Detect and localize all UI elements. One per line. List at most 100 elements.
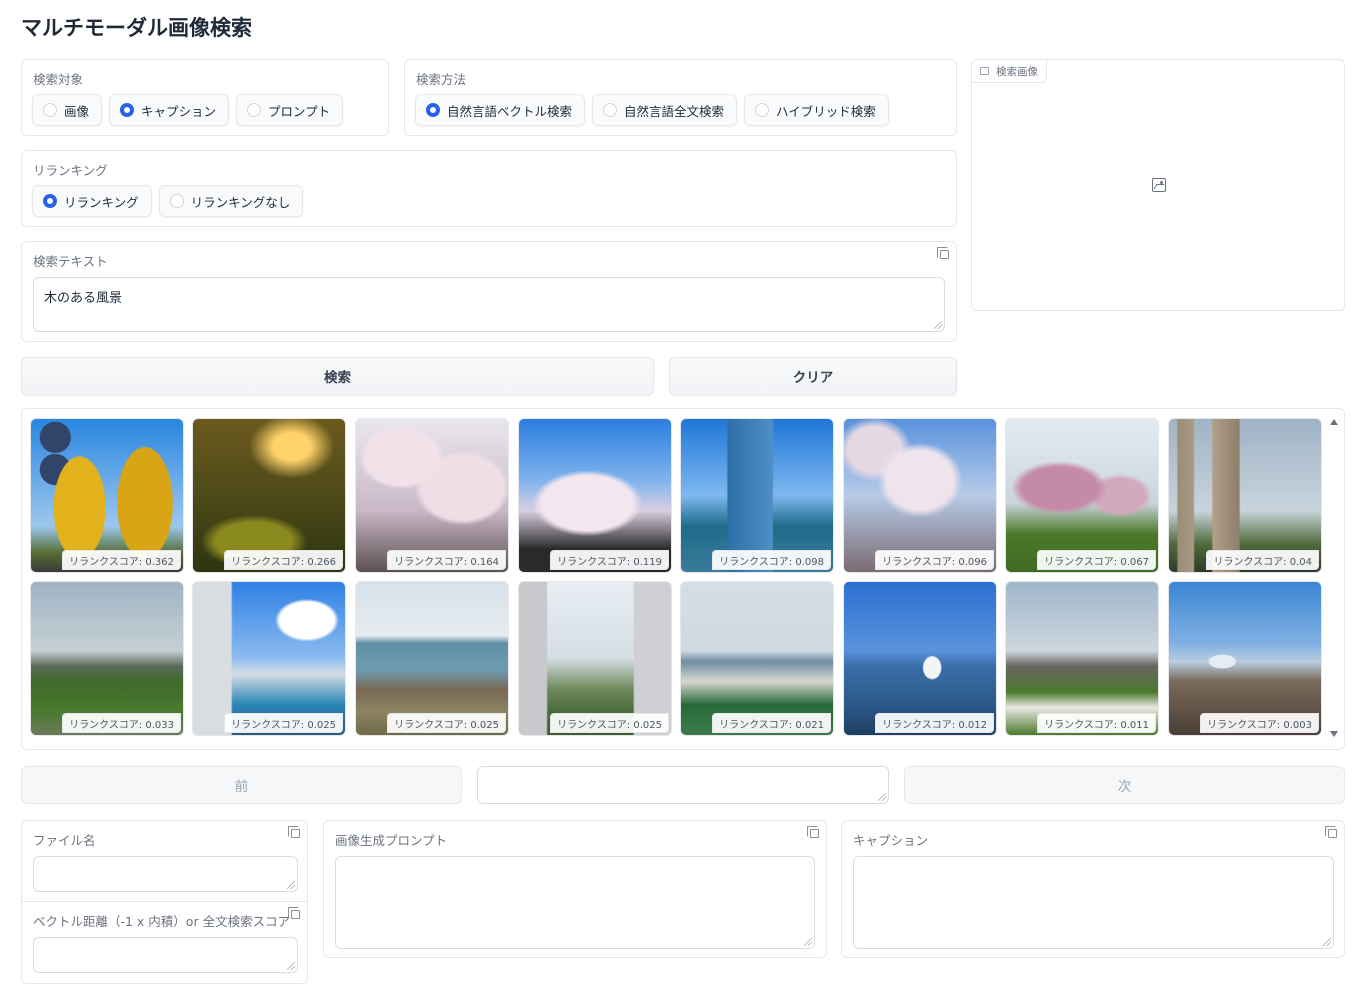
prev-button[interactable]: 前 — [21, 766, 462, 804]
gallery-thumbnail[interactable]: リランクスコア: 0.067 — [1005, 418, 1159, 573]
resize-handle-icon[interactable] — [934, 321, 942, 329]
page-index-input[interactable] — [477, 766, 889, 804]
copy-icon[interactable] — [288, 907, 300, 919]
prompt-panel: 画像生成プロンプト — [323, 820, 827, 958]
gallery-thumbnail[interactable]: リランクスコア: 0.119 — [518, 418, 672, 573]
search-target-label: 検索対象 — [33, 72, 84, 87]
filename-field[interactable] — [33, 856, 298, 892]
gallery-thumbnail[interactable]: リランクスコア: 0.266 — [192, 418, 346, 573]
resize-handle-icon[interactable] — [804, 938, 812, 946]
gallery-thumbnail[interactable]: リランクスコア: 0.164 — [355, 418, 509, 573]
search-target-option-3[interactable]: プロンプト — [236, 94, 344, 126]
search-image-label: 検索画像 — [996, 65, 1038, 78]
clear-button[interactable]: クリア — [669, 357, 957, 395]
gallery-thumbnail[interactable]: リランクスコア: 0.025 — [192, 581, 346, 736]
search-method-panel: 検索方法 自然言語ベクトル検索 自然言語全文検索 ハイブリッド検索 — [404, 59, 957, 136]
rerank-score-badge: リランクスコア: 0.012 — [875, 713, 994, 733]
gallery-thumbnail[interactable]: リランクスコア: 0.012 — [843, 581, 997, 736]
gallery-thumbnail[interactable]: リランクスコア: 0.033 — [30, 581, 184, 736]
radio-button-icon[interactable] — [603, 103, 618, 117]
search-target-radio-group: 画像 キャプション プロンプト — [32, 94, 344, 126]
rerank-score-badge: リランクスコア: 0.04 — [1206, 550, 1319, 570]
reranking-radio-group: リランキング リランキングなし — [32, 185, 304, 217]
caption-field[interactable] — [853, 856, 1334, 949]
search-text-label: 検索テキスト — [33, 254, 108, 269]
copy-icon[interactable] — [937, 247, 949, 259]
prompt-label: 画像生成プロンプト — [335, 833, 448, 848]
rerank-score-badge: リランクスコア: 0.096 — [875, 550, 994, 570]
search-target-option-label: プロンプト — [268, 103, 331, 119]
gallery-thumbnail[interactable]: リランクスコア: 0.362 — [30, 418, 184, 573]
image-icon — [980, 67, 989, 75]
resize-handle-icon[interactable] — [878, 793, 886, 801]
reranking-label: リランキング — [33, 163, 108, 178]
gallery-thumbnail[interactable]: リランクスコア: 0.098 — [680, 418, 834, 573]
search-image-upload[interactable]: 検索画像 — [971, 59, 1345, 311]
result-gallery: リランクスコア: 0.362 リランクスコア: 0.266 リランクスコア: 0.1… — [21, 408, 1345, 750]
caption-panel: キャプション — [841, 820, 1345, 958]
radio-button-icon[interactable] — [43, 103, 57, 117]
rerank-score-badge: リランクスコア: 0.025 — [550, 713, 669, 733]
search-image-tag: 検索画像 — [972, 60, 1047, 83]
search-target-option-label: キャプション — [141, 103, 217, 119]
rerank-score-badge: リランクスコア: 0.025 — [224, 713, 343, 733]
radio-button-icon[interactable] — [120, 103, 135, 117]
gallery-thumbnail[interactable]: リランクスコア: 0.025 — [355, 581, 509, 736]
page-title: マルチモーダル画像検索 — [21, 16, 252, 40]
gallery-thumbnail[interactable]: リランクスコア: 0.011 — [1005, 581, 1159, 736]
gallery-thumbnail[interactable]: リランクスコア: 0.096 — [843, 418, 997, 573]
gallery-thumbnail[interactable]: リランクスコア: 0.04 — [1168, 418, 1322, 573]
search-target-option-2[interactable]: キャプション — [109, 94, 230, 126]
rerank-score-badge: リランクスコア: 0.067 — [1037, 550, 1156, 570]
scroll-down-icon[interactable] — [1330, 731, 1338, 737]
search-text-value: 木のある風景 — [44, 291, 123, 306]
rerank-score-badge: リランクスコア: 0.164 — [387, 550, 506, 570]
radio-button-icon[interactable] — [43, 194, 57, 208]
rerank-score-badge: リランクスコア: 0.025 — [387, 713, 506, 733]
search-method-label: 検索方法 — [416, 72, 467, 87]
search-method-option-label: ハイブリッド検索 — [776, 103, 876, 119]
radio-button-icon[interactable] — [426, 103, 440, 117]
scroll-up-icon[interactable] — [1330, 419, 1338, 425]
distance-label: ベクトル距離（-1 x 内積）or 全文検索スコア — [33, 914, 291, 929]
search-method-option-1[interactable]: 自然言語ベクトル検索 — [415, 94, 586, 126]
distance-field[interactable] — [33, 937, 298, 973]
reranking-panel: リランキング リランキング リランキングなし — [21, 150, 957, 227]
gallery-thumbnail[interactable]: リランクスコア: 0.021 — [680, 581, 834, 736]
rerank-score-badge: リランクスコア: 0.003 — [1200, 713, 1319, 733]
resize-handle-icon[interactable] — [1323, 938, 1331, 946]
search-text-input[interactable]: 木のある風景 — [33, 277, 945, 332]
copy-icon[interactable] — [1325, 826, 1337, 838]
copy-icon[interactable] — [807, 826, 819, 838]
reranking-option-label: リランキングなし — [190, 194, 291, 210]
rerank-score-badge: リランクスコア: 0.011 — [1037, 713, 1156, 733]
radio-button-icon[interactable] — [247, 103, 262, 117]
rerank-score-badge: リランクスコア: 0.021 — [712, 713, 831, 733]
next-button[interactable]: 次 — [904, 766, 1345, 804]
filename-label: ファイル名 — [33, 833, 96, 848]
resize-handle-icon[interactable] — [287, 881, 295, 889]
reranking-option-label: リランキング — [64, 194, 139, 210]
reranking-option-2[interactable]: リランキングなし — [158, 185, 304, 217]
search-target-option-1[interactable]: 画像 — [32, 94, 103, 126]
rerank-score-badge: リランクスコア: 0.119 — [550, 550, 669, 570]
search-method-option-label: 自然言語全文検索 — [624, 103, 725, 119]
search-text-panel: 検索テキスト 木のある風景 — [21, 241, 957, 342]
gallery-thumbnail[interactable]: リランクスコア: 0.025 — [518, 581, 672, 736]
resize-handle-icon[interactable] — [287, 962, 295, 970]
search-method-option-label: 自然言語ベクトル検索 — [447, 103, 573, 119]
image-upload-icon[interactable] — [1152, 178, 1166, 192]
caption-label: キャプション — [853, 833, 929, 848]
gallery-thumbnail[interactable]: リランクスコア: 0.003 — [1168, 581, 1322, 736]
radio-button-icon[interactable] — [169, 194, 184, 208]
search-button[interactable]: 検索 — [21, 357, 654, 395]
reranking-option-1[interactable]: リランキング — [32, 185, 152, 217]
search-method-option-3[interactable]: ハイブリッド検索 — [744, 94, 889, 126]
prompt-field[interactable] — [335, 856, 815, 949]
search-target-option-label: 画像 — [64, 103, 90, 119]
radio-button-icon[interactable] — [755, 103, 770, 117]
rerank-score-badge: リランクスコア: 0.266 — [224, 550, 343, 570]
search-method-option-2[interactable]: 自然言語全文検索 — [592, 94, 738, 126]
copy-icon[interactable] — [288, 826, 300, 838]
rerank-score-badge: リランクスコア: 0.033 — [62, 713, 181, 733]
